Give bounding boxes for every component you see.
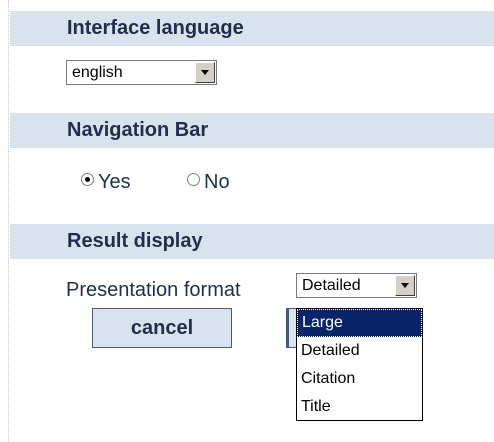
navigation-yes-radio[interactable]	[81, 173, 94, 186]
preferences-page: Interface language english Navigation Ba…	[0, 0, 494, 442]
section-header-navigation-bar: Navigation Bar	[10, 113, 494, 148]
dropdown-option-citation[interactable]: Citation	[297, 365, 422, 393]
language-select[interactable]: english	[66, 60, 217, 85]
cancel-button[interactable]: cancel	[92, 308, 232, 348]
dropdown-option-large[interactable]: Large	[297, 309, 422, 337]
language-select-dropdown-button[interactable]	[195, 62, 215, 83]
left-divider	[8, 0, 9, 442]
section-header-interface-language: Interface language	[10, 11, 494, 46]
dropdown-option-detailed[interactable]: Detailed	[297, 337, 422, 365]
dropdown-option-title[interactable]: Title	[297, 393, 422, 421]
presentation-format-dropdown-button[interactable]	[395, 275, 415, 296]
section-header-result-display: Result display	[10, 224, 494, 259]
navigation-no-radio[interactable]	[187, 173, 200, 186]
presentation-format-dropdown-list: Large Detailed Citation Title	[296, 308, 423, 421]
navigation-yes-label[interactable]: Yes	[98, 170, 131, 194]
presentation-format-select[interactable]: Detailed	[296, 273, 417, 298]
presentation-format-select-value: Detailed	[302, 277, 361, 294]
presentation-format-label: Presentation format	[66, 279, 241, 301]
navigation-no-label[interactable]: No	[204, 170, 230, 194]
chevron-down-icon	[401, 283, 409, 288]
language-select-value: english	[72, 64, 123, 81]
chevron-down-icon	[201, 70, 209, 75]
